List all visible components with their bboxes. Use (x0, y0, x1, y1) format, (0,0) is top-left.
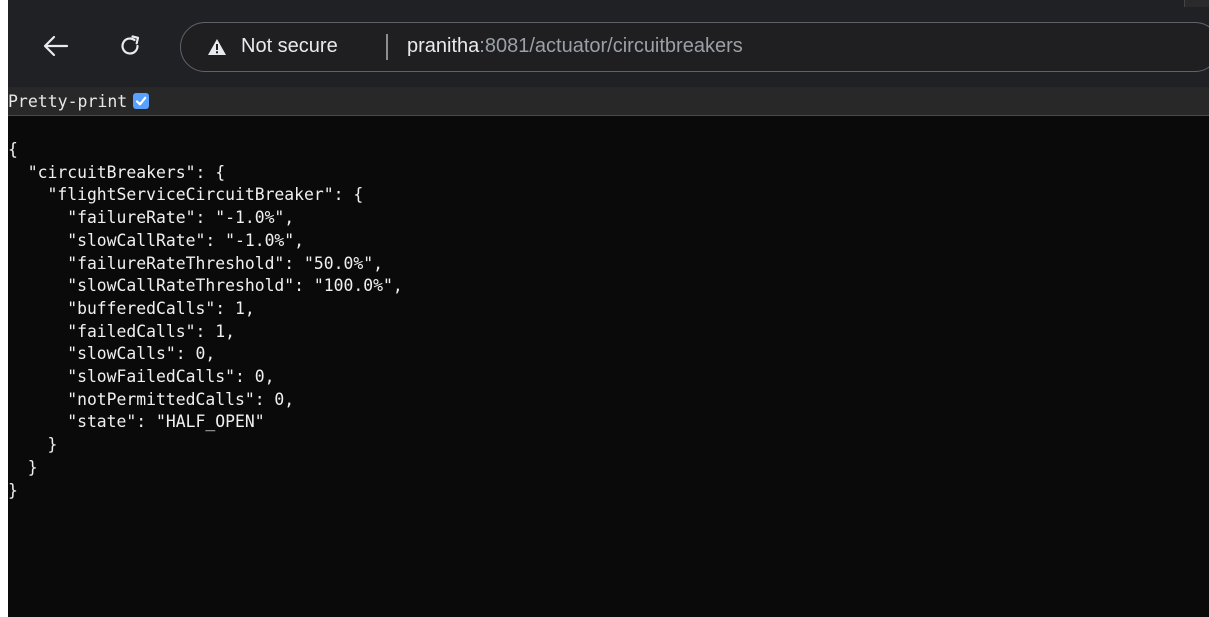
url-path: :8081/actuator/circuitbreakers (479, 35, 743, 57)
json-line: "slowCallRateThreshold": "100.0%", (8, 276, 403, 296)
back-arrow-icon (43, 35, 69, 57)
browser-window: Not secure pranitha:8081/actuator/circui… (0, 0, 1209, 617)
json-line: } (8, 480, 18, 500)
tab-edge[interactable] (1184, 0, 1209, 7)
json-line: "slowFailedCalls": 0, (8, 367, 275, 387)
json-body: { "circuitBreakers": { "flightServiceCir… (8, 139, 403, 502)
json-line: "circuitBreakers": { (8, 162, 226, 182)
reload-button[interactable] (112, 28, 148, 64)
warning-triangle-icon (207, 38, 227, 56)
json-line: "failedCalls": 1, (8, 321, 235, 341)
address-bar[interactable]: Not secure pranitha:8081/actuator/circui… (180, 22, 1209, 72)
json-line: "failureRate": "-1.0%", (8, 208, 295, 228)
back-button[interactable] (38, 28, 74, 64)
json-line: "state": "HALF_OPEN" (8, 412, 265, 432)
pretty-print-checkbox[interactable] (133, 93, 150, 109)
omnibox-divider (386, 34, 388, 60)
json-line: "slowCalls": 0, (8, 344, 216, 364)
json-line: "failureRateThreshold": "50.0%", (8, 253, 383, 273)
json-line: "slowCallRate": "-1.0%", (8, 230, 305, 250)
json-line: "flightServiceCircuitBreaker": { (8, 185, 364, 205)
json-line: "bufferedCalls": 1, (8, 298, 255, 318)
security-label: Not secure (241, 35, 338, 57)
url-host: pranitha (407, 35, 480, 57)
json-line: { (8, 140, 18, 159)
pretty-print-bar: Pretty-print (8, 87, 1209, 116)
active-tab[interactable] (8, 0, 1093, 7)
reload-icon (121, 35, 140, 55)
tab-bar (8, 0, 1209, 7)
json-line: "notPermittedCalls": 0, (8, 389, 295, 409)
tab-strip (0, 0, 1209, 7)
json-line: } (8, 457, 38, 477)
url-text[interactable]: pranitha:8081/actuator/circuitbreakers (407, 23, 743, 70)
pretty-print-label: Pretty-print (8, 91, 128, 111)
security-indicator[interactable]: Not secure (207, 23, 338, 70)
browser-toolbar: Not secure pranitha:8081/actuator/circui… (8, 7, 1209, 87)
json-line: } (8, 435, 58, 455)
page-content: Pretty-print { "circuitBreakers": { "fli… (8, 87, 1209, 617)
checkmark-icon (136, 96, 147, 106)
